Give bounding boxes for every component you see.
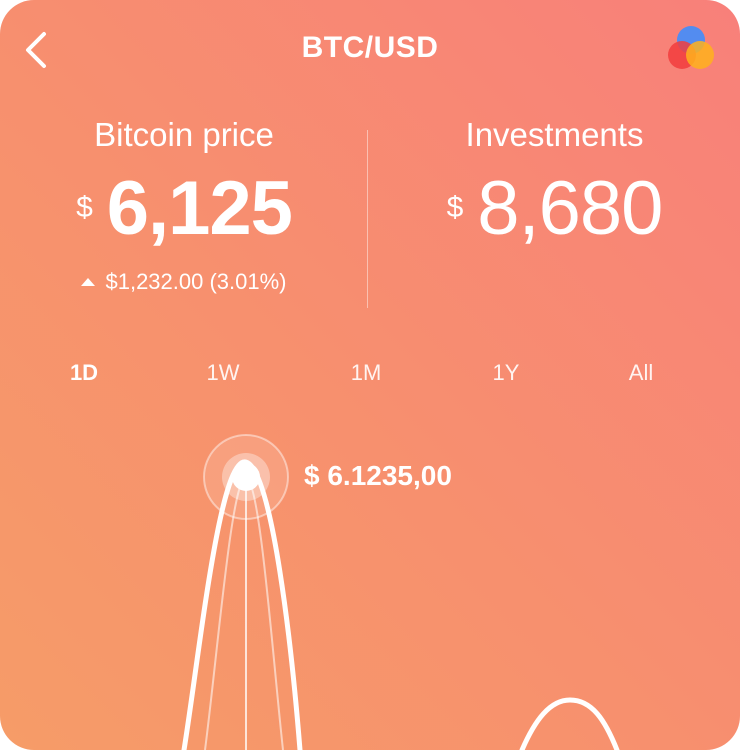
tab-1d[interactable]: 1D: [44, 360, 124, 386]
bitcoin-price-label: Bitcoin price: [94, 116, 274, 153]
tab-1y[interactable]: 1Y: [466, 360, 546, 386]
chart-tooltip-value: $ 6.1235,00: [304, 460, 452, 491]
bitcoin-price-panel: Bitcoin price $ 6,125 $1,232.00 (3.01%): [0, 115, 368, 295]
price-change: $1,232.00 (3.01%): [0, 269, 368, 295]
investments-currency: $: [446, 191, 464, 224]
price-change-text: $1,232.00 (3.01%): [105, 269, 287, 294]
price-chart[interactable]: [0, 400, 740, 750]
investments-label: Investments: [465, 116, 644, 153]
triangle-up-icon: [81, 278, 96, 286]
bitcoin-currency: $: [76, 191, 93, 224]
investments-value: 8,680: [477, 166, 663, 251]
chart-line-second: [519, 697, 620, 750]
time-range-tabs: 1D 1W 1M 1Y All: [0, 360, 740, 390]
tab-1m[interactable]: 1M: [326, 360, 406, 386]
tab-1w[interactable]: 1W: [183, 360, 263, 386]
btc-card: BTC/USD Bitcoin price $ 6,125 $1,232.00 …: [0, 0, 740, 750]
tab-all[interactable]: All: [601, 360, 681, 386]
bitcoin-price-value: 6,125: [106, 166, 293, 251]
app-logo-icon[interactable]: [663, 22, 719, 78]
investments-panel: Investments $ 8,680: [369, 115, 740, 249]
panel-divider: [367, 130, 368, 308]
chart-marker-dot: [232, 463, 260, 491]
page-title: BTC/USD: [301, 31, 439, 64]
